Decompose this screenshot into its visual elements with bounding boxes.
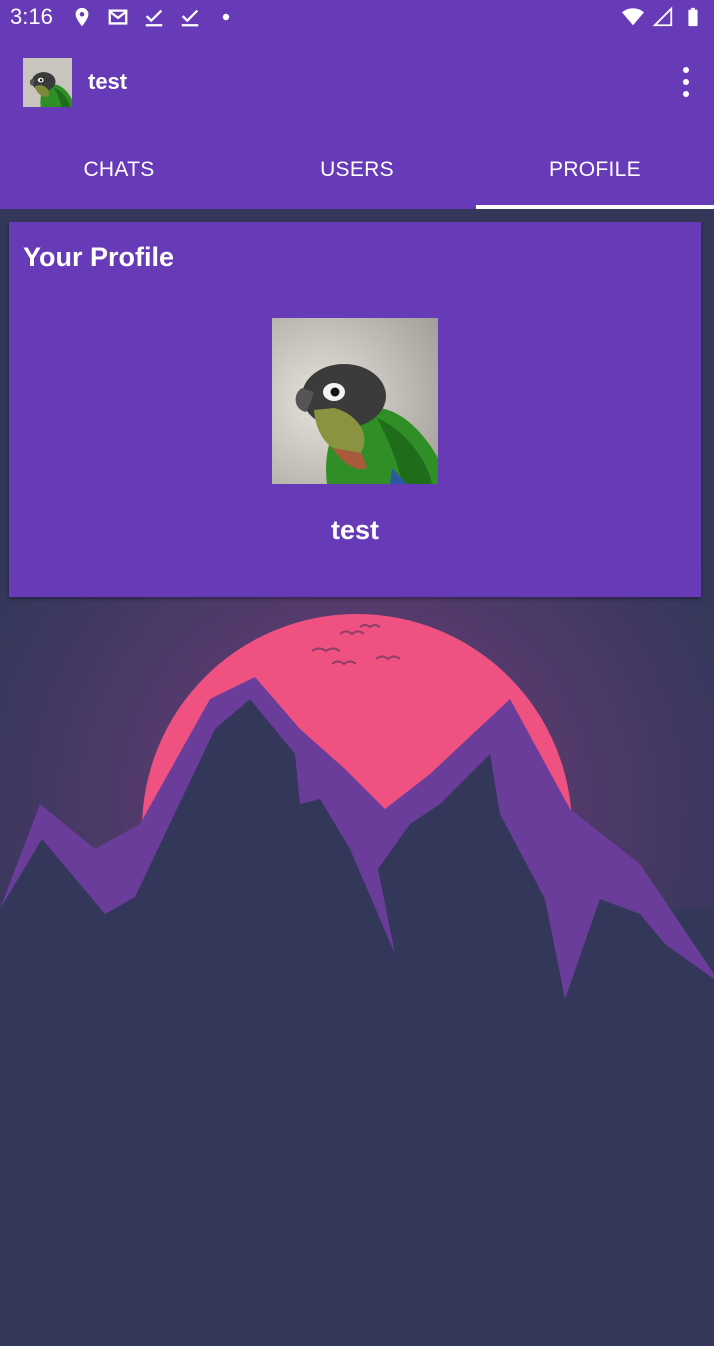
profile-card-title: Your Profile — [23, 242, 175, 272]
check-icon — [181, 9, 199, 27]
selected-tab-indicator — [476, 205, 714, 209]
signal-icon — [652, 6, 673, 27]
profile-card: Your Profile test — [9, 222, 701, 597]
tab-label: USERS — [320, 157, 394, 181]
tab-profile[interactable]: PROFILE — [476, 130, 714, 209]
location-icon — [75, 7, 89, 27]
battery-icon — [688, 7, 698, 27]
dot-icon — [222, 13, 230, 21]
check-icon — [145, 9, 163, 27]
status-bar: 3:16 — [0, 0, 714, 34]
toolbar-title: test — [88, 69, 128, 94]
tab-chats[interactable]: CHATS — [0, 130, 238, 209]
profile-name: test — [330, 515, 379, 545]
wifi-icon — [622, 8, 644, 26]
tab-bar: CHATS USERS PROFILE — [0, 130, 714, 209]
system-icons — [622, 6, 704, 28]
parrot-photo — [272, 318, 438, 484]
toolbar-avatar[interactable] — [23, 57, 72, 107]
parrot-avatar — [23, 57, 72, 107]
gmail-icon — [108, 9, 128, 25]
notification-icons — [71, 6, 237, 28]
overflow-menu-icon[interactable] — [680, 67, 692, 97]
tab-users[interactable]: USERS — [238, 130, 476, 209]
tab-label: PROFILE — [549, 157, 641, 181]
tab-label: CHATS — [83, 157, 155, 181]
app-toolbar: test — [0, 34, 714, 130]
profile-image[interactable] — [272, 318, 438, 484]
status-time: 3:16 — [10, 4, 53, 29]
